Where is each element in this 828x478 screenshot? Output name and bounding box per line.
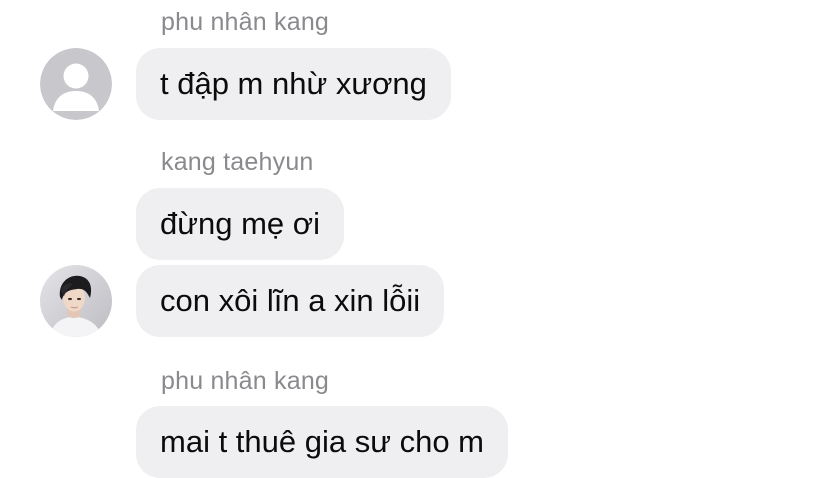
message-bubble[interactable]: mai t thuê gia sư cho m	[136, 406, 509, 478]
message-bubble[interactable]: t đập m nhừ xương	[136, 48, 451, 120]
profile-photo-avatar[interactable]	[40, 265, 112, 337]
default-person-icon[interactable]	[40, 48, 112, 120]
sender-name[interactable]: phu nhân kang	[161, 8, 329, 37]
sender-name[interactable]: phu nhân kang	[161, 367, 329, 396]
message-bubble[interactable]: đừng mẹ ơi	[136, 188, 344, 260]
sender-name[interactable]: kang taehyun	[161, 148, 314, 177]
message-bubble[interactable]: con xôi lĩn a xin lỗii	[136, 265, 445, 337]
